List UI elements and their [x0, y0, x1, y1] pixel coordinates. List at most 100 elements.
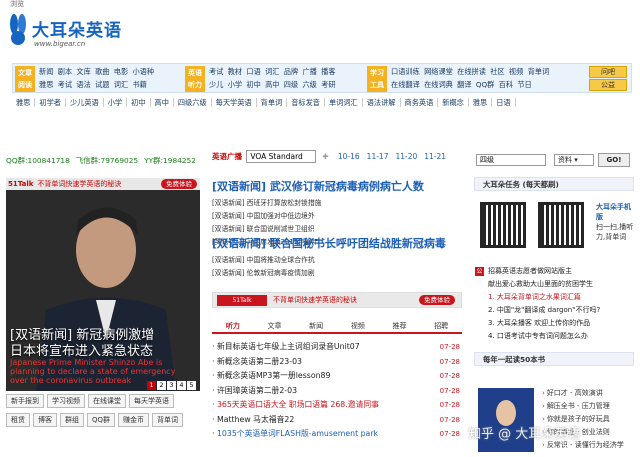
nav-link[interactable]: 口语训练 — [391, 67, 420, 76]
list-item[interactable]: · 新概念英语MP3第一册lesson89 07-28 — [212, 369, 462, 384]
list-item[interactable]: · 365天英语口语大全 职场口语篇 268.邀请同事 07-28 — [212, 398, 462, 413]
nav-link[interactable]: 歌曲 — [95, 67, 109, 76]
news-item[interactable]: [双语新闻] 中国将推动全球合作抗 — [212, 254, 462, 267]
nav-link[interactable]: 考试 — [209, 67, 223, 76]
ask-button[interactable]: 问吧 — [589, 66, 627, 78]
nav-link[interactable]: 节日 — [517, 80, 531, 89]
nav-link[interactable]: 少儿 — [209, 80, 223, 89]
subnav-link[interactable]: 雅思 — [468, 98, 493, 107]
notice-item[interactable]: 1. 大耳朵背单词之水果词汇篇 — [474, 291, 634, 304]
mid-ad-banner[interactable]: 51Talk 不背单词快速学英语的秘诀 免费体验 — [212, 292, 462, 308]
tab-video[interactable]: 视频 — [337, 320, 379, 332]
nav-link[interactable]: 在线拼读 — [457, 67, 486, 76]
subnav-link[interactable]: 单词词汇 — [324, 98, 363, 107]
nav-link[interactable]: 文库 — [76, 67, 90, 76]
nav-link[interactable]: 六级 — [302, 80, 316, 89]
subnav-link[interactable]: 商务英语 — [400, 98, 439, 107]
site-logo[interactable]: 大耳朵英语 www.bigear.cn — [6, 10, 121, 52]
nav-link[interactable]: 四级 — [284, 80, 298, 89]
list-item[interactable]: · 新概念英语第二册23-03 07-28 — [212, 355, 462, 370]
slide-dot[interactable]: 2 — [157, 381, 166, 390]
nav-link[interactable]: 品牌 — [284, 67, 298, 76]
notice-item[interactable]: 献出爱心救助大山里面的贫困学生 — [474, 278, 634, 291]
charity-button[interactable]: 公益 — [589, 79, 627, 91]
radio-date[interactable]: 11-21 — [424, 152, 446, 161]
nav-link[interactable]: 教材 — [228, 67, 242, 76]
quick-button[interactable]: 学习视频 — [47, 394, 85, 408]
feixin-group[interactable]: 飞信群:79769025 — [76, 156, 138, 165]
subnav-link[interactable]: 初中 — [127, 98, 151, 107]
nav-link[interactable]: 社区 — [490, 67, 504, 76]
subnav-link[interactable]: 新概念 — [438, 98, 469, 107]
list-item[interactable]: · 许国璋英语第二册2-03 07-28 — [212, 384, 462, 399]
tab-recommend[interactable]: 推荐 — [379, 320, 421, 332]
nav-link[interactable]: 新闻 — [39, 67, 53, 76]
nav-link[interactable]: 考试 — [58, 80, 72, 89]
subnav-link[interactable]: 少儿英语 — [65, 98, 104, 107]
subnav-link[interactable]: 日语 — [492, 98, 516, 107]
nav-link[interactable]: 背单词 — [528, 67, 550, 76]
radio-date[interactable]: 10-16 — [338, 152, 360, 161]
mobile-app-promo[interactable]: 大耳朵手机版 扫一扫,播听力,背单词 — [596, 202, 634, 242]
radio-date[interactable]: 11-20 — [395, 152, 417, 161]
station-select[interactable]: VOA Standard — [246, 150, 316, 163]
notice-item[interactable]: 4. 口语考试中专有词问题怎么办 — [474, 330, 634, 343]
nav-link[interactable]: 广播 — [302, 67, 316, 76]
nav-link[interactable]: 视频 — [509, 67, 523, 76]
nav-link[interactable]: 在线词典 — [424, 80, 453, 89]
nav-link[interactable]: 剧本 — [58, 67, 72, 76]
nav-link[interactable]: 语法 — [76, 80, 90, 89]
search-type-select[interactable]: 资料 ▾ — [554, 154, 594, 166]
quick-button[interactable]: 每天学英语 — [129, 394, 174, 408]
quick-button[interactable]: 博客 — [33, 413, 57, 427]
promo-ad-banner[interactable]: 51Talk 不背单词快速学英语的秘诀 免费体验 — [6, 178, 200, 190]
subnav-link[interactable]: 语法讲解 — [362, 98, 401, 107]
nav-link[interactable]: 试题 — [95, 80, 109, 89]
free-trial-button[interactable]: 免费体验 — [161, 179, 197, 189]
quick-button[interactable]: 赚金币 — [118, 413, 150, 427]
news-item[interactable]: [双语新闻] 中国加强对中低边境外 — [212, 210, 462, 223]
radio-date[interactable]: 11-17 — [367, 152, 389, 161]
book-item[interactable]: › 好口才 - 高效演讲 — [542, 388, 603, 398]
nav-link[interactable]: 小学 — [228, 80, 242, 89]
slide-dot[interactable]: 4 — [177, 381, 186, 390]
subnav-link[interactable]: 音标发音 — [287, 98, 325, 107]
quick-button[interactable]: 租赁 — [6, 413, 30, 427]
quick-button[interactable]: 新手报到 — [6, 394, 44, 408]
book-promo[interactable]: › 好口才 - 高效演讲 › 解压全书 - 压力管理 › 你就是孩子的好玩具 › 你的事… — [474, 382, 634, 457]
tab-listening[interactable]: 听力 — [212, 320, 254, 332]
subnav-link[interactable]: 小学 — [103, 98, 128, 107]
nav-link[interactable]: 词汇 — [265, 67, 279, 76]
yy-group[interactable]: YY群:1984252 — [144, 156, 196, 165]
subnav-link[interactable]: 四级六级 — [173, 98, 212, 107]
nav-link[interactable]: 电影 — [114, 67, 128, 76]
subnav-link[interactable]: 背单词 — [256, 98, 288, 107]
list-item[interactable]: · 新目标英语七年级上主词组词录音Unit07 07-28 — [212, 340, 462, 355]
nav-link[interactable]: 翻译 — [457, 80, 471, 89]
slide-dot[interactable]: 1 — [147, 381, 156, 390]
nav-link[interactable]: 百科 — [499, 80, 513, 89]
quick-button[interactable]: 背单词 — [152, 413, 184, 427]
nav-link[interactable]: 书籍 — [132, 80, 146, 89]
subnav-link[interactable]: 雅思 — [12, 98, 36, 107]
quick-button[interactable]: QQ群 — [87, 413, 116, 427]
book-item[interactable]: › 解压全书 - 压力管理 — [542, 401, 610, 411]
list-item[interactable]: · 1035个英语单词FLASH版-amusement park 07-28 — [212, 427, 462, 442]
tab-jobs[interactable]: 招聘 — [420, 320, 462, 332]
qq-group[interactable]: QQ群:100841718 — [6, 156, 70, 165]
subnav-link[interactable]: 高中 — [150, 98, 174, 107]
quick-button[interactable]: 在线课堂 — [88, 394, 126, 408]
list-item[interactable]: · Matthew 马太福音22 07-28 — [212, 413, 462, 428]
nav-link[interactable]: 播客 — [321, 67, 335, 76]
headline-1[interactable]: [双语新闻] 武汉修订新冠病毒病例病亡人数 — [212, 178, 462, 194]
subnav-link[interactable]: 初学者 — [35, 98, 66, 107]
go-button[interactable]: GO! — [598, 153, 630, 167]
subnav-link[interactable]: 每天学英语 — [211, 98, 257, 107]
nav-link[interactable]: QQ群 — [476, 80, 495, 89]
nav-link[interactable]: 词汇 — [114, 80, 128, 89]
quick-button[interactable]: 群组 — [60, 413, 84, 427]
notice-item[interactable]: 3. 大耳朵播客 欢迎上传你的作品 — [474, 317, 634, 330]
nav-link[interactable]: 高中 — [265, 80, 279, 89]
news-item[interactable]: [双语新闻] 西班牙打算放松封锁措施 — [212, 197, 462, 210]
tab-articles[interactable]: 文章 — [254, 320, 296, 332]
